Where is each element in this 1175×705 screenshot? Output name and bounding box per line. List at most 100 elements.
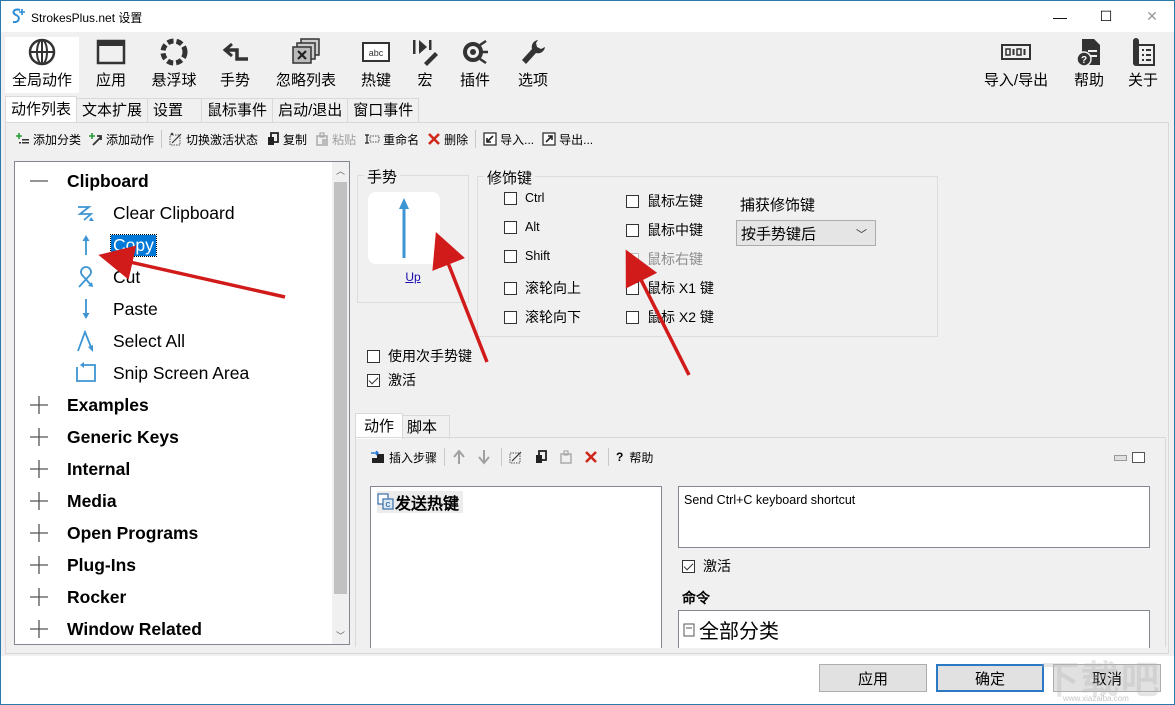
expand-icon[interactable]	[29, 427, 49, 447]
toolbar-about[interactable]: 关于	[1123, 37, 1163, 93]
toolbar-floating-ball[interactable]: 悬浮球	[145, 37, 203, 93]
checkbox-box[interactable]	[504, 191, 517, 205]
paste-button[interactable]: 粘贴	[311, 128, 360, 150]
checkbox-box[interactable]	[626, 310, 639, 324]
step-active-checkbox[interactable]: 激活	[682, 556, 731, 576]
toolbar-gestures[interactable]: 手势	[215, 37, 255, 93]
modifier-shift-checkbox[interactable]: Shift	[504, 249, 550, 263]
expand-icon[interactable]	[29, 459, 49, 479]
modifier-ctrl-checkbox[interactable]: Ctrl	[504, 191, 544, 205]
tree-item-copy[interactable]: Copy	[15, 229, 333, 261]
collapse-icon[interactable]	[29, 171, 49, 191]
checkbox-box[interactable]	[626, 194, 639, 208]
copy-step-button[interactable]	[530, 446, 555, 468]
modifier-wheel-up-checkbox[interactable]: 滚轮向上	[504, 278, 581, 298]
tab-action-list[interactable]: 动作列表	[5, 96, 78, 122]
toggle-step-active-button[interactable]	[505, 446, 530, 468]
tab-actions[interactable]: 动作	[355, 413, 404, 439]
toolbar-ignore-list[interactable]: 忽略列表	[271, 37, 341, 93]
insert-step-button[interactable]: 插入步骤	[366, 446, 441, 468]
checkbox-box[interactable]	[367, 349, 380, 363]
toolbar-hotkeys[interactable]: abc 热键	[356, 37, 396, 93]
expand-icon[interactable]	[29, 555, 49, 575]
toolbar-help[interactable]: ? 帮助	[1069, 37, 1109, 93]
ok-button[interactable]: 确定	[936, 664, 1044, 692]
delete-button[interactable]: 删除	[423, 128, 472, 150]
capture-modifiers-select[interactable]: 按手势键后 ﹀	[736, 220, 876, 246]
checkbox-box[interactable]	[504, 220, 517, 234]
tree-category-rocker[interactable]: Rocker	[15, 581, 333, 613]
tree-category-media[interactable]: Media	[15, 485, 333, 517]
checkbox-box[interactable]	[504, 249, 517, 263]
tree-scrollbar[interactable]: ︿ ﹀	[332, 162, 349, 644]
checkbox-box[interactable]	[626, 281, 639, 295]
modifier-wheel-down-checkbox[interactable]: 滚轮向下	[504, 307, 581, 327]
copy-button[interactable]: 复制	[262, 128, 311, 150]
gesture-active-checkbox[interactable]: 激活	[367, 370, 416, 390]
tab-window-events[interactable]: 窗口事件	[347, 98, 420, 122]
toggle-active-button[interactable]: 切换激活状态	[165, 128, 262, 150]
command-tree[interactable]: 全部分类	[678, 610, 1150, 648]
modifier-x1-button-checkbox[interactable]: 鼠标 X1 键	[626, 278, 714, 298]
tree-category-internal[interactable]: Internal	[15, 453, 333, 485]
minimize-button[interactable]: —	[1037, 1, 1083, 32]
tree-category-open-programs[interactable]: Open Programs	[15, 517, 333, 549]
toolbar-macros[interactable]: 宏	[409, 37, 441, 93]
toolbar-global-actions[interactable]: 全局动作	[5, 37, 79, 93]
add-action-button[interactable]: 添加动作	[85, 128, 158, 150]
checkbox-box[interactable]	[367, 373, 380, 387]
tab-script[interactable]: 脚本	[402, 415, 451, 439]
tree-item-snip-screen-area[interactable]: Snip Screen Area	[15, 357, 333, 389]
modifier-x2-button-checkbox[interactable]: 鼠标 X2 键	[626, 307, 714, 327]
tab-mouse-events[interactable]: 鼠标事件	[201, 98, 274, 122]
tree-category-plug-ins[interactable]: Plug-Ins	[15, 549, 333, 581]
checkbox-box[interactable]	[504, 310, 517, 324]
tree-item-select-all[interactable]: Select All	[15, 325, 333, 357]
collapse-node-icon[interactable]	[683, 623, 695, 637]
import-button[interactable]: 导入...	[479, 128, 538, 150]
delete-step-button[interactable]	[580, 446, 605, 468]
scroll-down-icon[interactable]: ﹀	[332, 627, 349, 644]
expand-icon[interactable]	[29, 619, 49, 639]
toolbar-plugins[interactable]: 插件	[457, 37, 493, 93]
toolbar-options[interactable]: 选项	[513, 37, 553, 93]
move-down-button[interactable]	[473, 446, 498, 468]
tree-item-paste[interactable]: Paste	[15, 293, 333, 325]
action-help-button[interactable]: ? 帮助	[612, 446, 657, 468]
apply-button[interactable]: 应用	[819, 664, 927, 692]
checkbox-box[interactable]	[504, 281, 517, 295]
secondary-gesture-key-checkbox[interactable]: 使用次手势键	[367, 346, 472, 366]
tree-category-window-related[interactable]: Window Related	[15, 613, 333, 644]
expand-icon[interactable]	[29, 523, 49, 543]
gesture-name-link[interactable]: Up	[358, 270, 468, 284]
tab-settings[interactable]: 设置	[147, 98, 203, 122]
expand-icon[interactable]	[29, 395, 49, 415]
cancel-button[interactable]: 取消	[1053, 664, 1161, 692]
paste-step-button[interactable]	[555, 446, 580, 468]
tab-text-expansion[interactable]: 文本扩展	[76, 98, 149, 122]
expand-icon[interactable]	[29, 491, 49, 511]
tree-item-clear-clipboard[interactable]: Clear Clipboard	[15, 197, 333, 229]
maximize-button[interactable]: ☐	[1083, 1, 1129, 32]
tree-category-examples[interactable]: Examples	[15, 389, 333, 421]
rename-button[interactable]: 重命名	[360, 128, 423, 150]
checkbox-box[interactable]	[682, 559, 695, 573]
toolbar-apps[interactable]: 应用	[89, 37, 133, 93]
collapse-panel-icon[interactable]	[1114, 452, 1127, 463]
tree-category-generic-keys[interactable]: Generic Keys	[15, 421, 333, 453]
tree-item-cut[interactable]: Cut	[15, 261, 333, 293]
checkbox-box[interactable]	[626, 223, 639, 237]
toolbar-import-export[interactable]: 导入/导出	[979, 37, 1053, 93]
modifier-alt-checkbox[interactable]: Alt	[504, 220, 540, 234]
close-button[interactable]: ✕	[1129, 1, 1175, 32]
move-up-button[interactable]	[448, 446, 473, 468]
expand-icon[interactable]	[29, 587, 49, 607]
scroll-up-icon[interactable]: ︿	[332, 162, 349, 179]
export-button[interactable]: 导出...	[538, 128, 597, 150]
action-step-item[interactable]: C 发送热键	[377, 491, 464, 513]
tree-category-clipboard[interactable]: Clipboard	[15, 165, 333, 197]
expand-panel-icon[interactable]	[1132, 452, 1145, 463]
tab-startup-exit[interactable]: 启动/退出	[272, 98, 349, 122]
add-category-button[interactable]: 添加分类	[12, 128, 85, 150]
modifier-middle-button-checkbox[interactable]: 鼠标中键	[626, 220, 703, 240]
